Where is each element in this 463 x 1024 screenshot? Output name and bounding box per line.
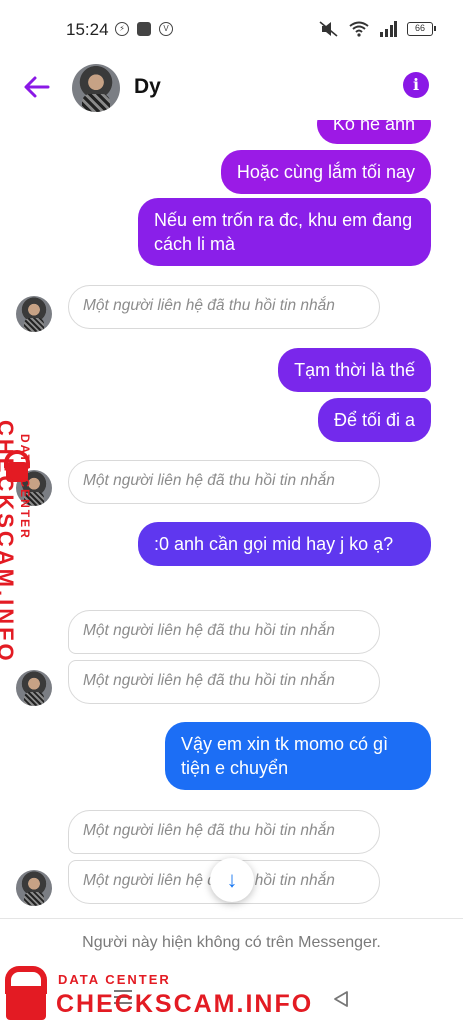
messenger-icon: ⚡ [115, 22, 129, 36]
outgoing-message[interactable]: Để tối đi a [317, 398, 431, 442]
nav-back-icon[interactable] [332, 990, 350, 1008]
battery-icon: 66 [407, 22, 436, 36]
recalled-message[interactable]: Một người liên hệ đã thu hồi tin nhắn [68, 810, 380, 854]
message-text: Vậy em xin tk momo có gì tiện e chuyển [181, 734, 389, 778]
mute-icon [319, 21, 338, 37]
outgoing-message[interactable]: Tạm thời là thế [278, 348, 431, 392]
message-text: Ko hề anh [332, 120, 415, 134]
info-icon[interactable]: i [403, 72, 429, 98]
contact-avatar[interactable] [72, 64, 120, 112]
outgoing-message[interactable]: Ko hề anh [316, 120, 431, 144]
unavailable-notice: Người này hiện không có trên Messenger. [82, 934, 381, 951]
shopping-bag-icon [137, 22, 151, 36]
watermark-vertical: DATA CENTER CHECKSCAM.INFO [0, 420, 32, 664]
message-text: Để tối đi a [333, 410, 415, 430]
arrow-down-icon: ↓ [226, 867, 238, 892]
back-arrow-icon[interactable] [22, 72, 52, 102]
scroll-down-button[interactable]: ↓ [210, 858, 254, 902]
conversation-header: Dy i [0, 60, 463, 120]
outgoing-message[interactable]: :0 anh cần gọi mid hay j ko ạ? [138, 522, 431, 566]
status-bar: 15:24 ⚡ V 66 [0, 0, 463, 60]
sender-avatar[interactable] [16, 296, 52, 332]
message-text: :0 anh cần gọi mid hay j ko ạ? [154, 534, 394, 554]
wifi-icon [349, 21, 369, 37]
message-text: Nếu em trốn ra đc, khu em đang cách li m… [154, 210, 413, 254]
recalled-message[interactable]: Một người liên hệ đã thu hồi tin nhắn [68, 660, 380, 704]
sender-avatar[interactable] [16, 870, 52, 906]
signal-icon [380, 21, 397, 37]
message-text: Tạm thời là thế [294, 360, 415, 380]
volte-icon: V [159, 22, 173, 36]
watermark-small-text: DATA CENTER [58, 972, 171, 987]
outgoing-message[interactable]: Hoặc cùng lắm tối nay [220, 150, 431, 194]
contact-name[interactable]: Dy [134, 75, 161, 99]
status-time: 15:24 [66, 20, 109, 39]
watermark-big-text: CHECKSCAM.INFO [56, 990, 314, 1018]
lock-logo-icon [6, 986, 46, 1020]
outgoing-message[interactable]: Vậy em xin tk momo có gì tiện e chuyển [165, 722, 431, 790]
message-text: Hoặc cùng lắm tối nay [236, 162, 415, 182]
recalled-message[interactable]: Một người liên hệ đã thu hồi tin nhắn [68, 460, 380, 504]
divider [0, 918, 463, 919]
outgoing-message[interactable]: Nếu em trốn ra đc, khu em đang cách li m… [138, 198, 431, 266]
recalled-message[interactable]: Một người liên hệ đã thu hồi tin nhắn [68, 610, 380, 654]
message-list[interactable]: Ko hề anh Hoặc cùng lắm tối nay Nếu em t… [0, 120, 463, 920]
recalled-message[interactable]: Một người liên hệ đã thu hồi tin nhắn [68, 285, 380, 329]
